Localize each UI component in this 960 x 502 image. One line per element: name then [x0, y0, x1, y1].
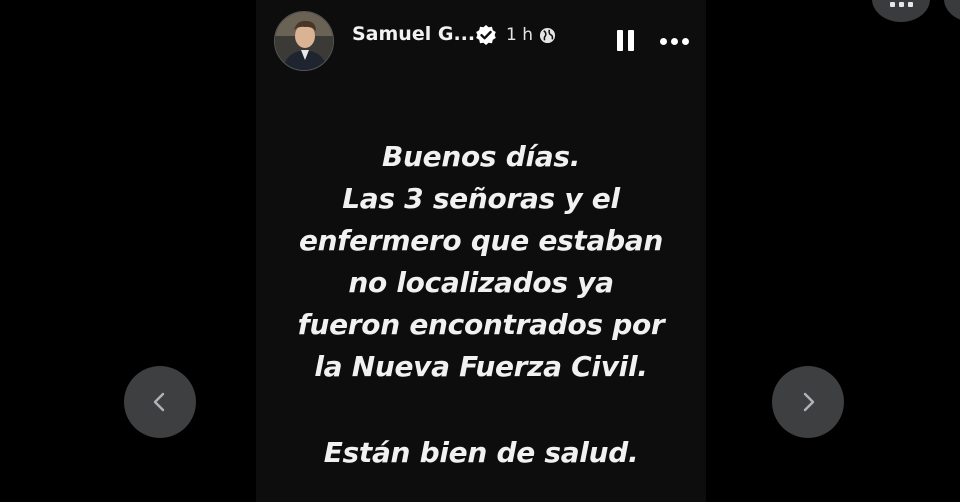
- pause-button[interactable]: [617, 30, 637, 52]
- chevron-left-icon: [153, 392, 165, 412]
- account-button[interactable]: [944, 0, 960, 22]
- author-name[interactable]: Samuel G...: [352, 23, 475, 45]
- more-options-button[interactable]: [660, 34, 692, 48]
- avatar-image: [275, 12, 333, 70]
- next-story-button[interactable]: [772, 366, 844, 438]
- more-options-icon: [660, 37, 667, 45]
- story-closing: Están bien de salud.: [323, 436, 639, 469]
- menu-button[interactable]: [872, 0, 930, 22]
- globe-icon: [539, 27, 556, 44]
- verified-badge-icon: [476, 25, 496, 45]
- previous-story-button[interactable]: [124, 366, 196, 438]
- avatar[interactable]: [274, 11, 334, 71]
- story-line: enfermero que estaban: [298, 224, 664, 257]
- story-line: fueron encontrados por: [297, 308, 665, 341]
- story-viewer: Samuel G... 1 h Buenos días. Las 3 señor…: [256, 0, 706, 502]
- post-time: 1 h: [506, 25, 533, 45]
- chevron-right-icon: [803, 392, 815, 412]
- story-line: no localizados ya: [348, 266, 614, 299]
- story-line: la Nueva Fuerza Civil.: [314, 350, 648, 383]
- story-line: Las 3 señoras y el: [342, 182, 620, 215]
- story-text: Buenos días. Las 3 señoras y el enfermer…: [256, 136, 706, 474]
- story-header: Samuel G... 1 h: [256, 0, 706, 80]
- story-line: Buenos días.: [381, 140, 581, 173]
- grid-menu-icon: [890, 2, 913, 7]
